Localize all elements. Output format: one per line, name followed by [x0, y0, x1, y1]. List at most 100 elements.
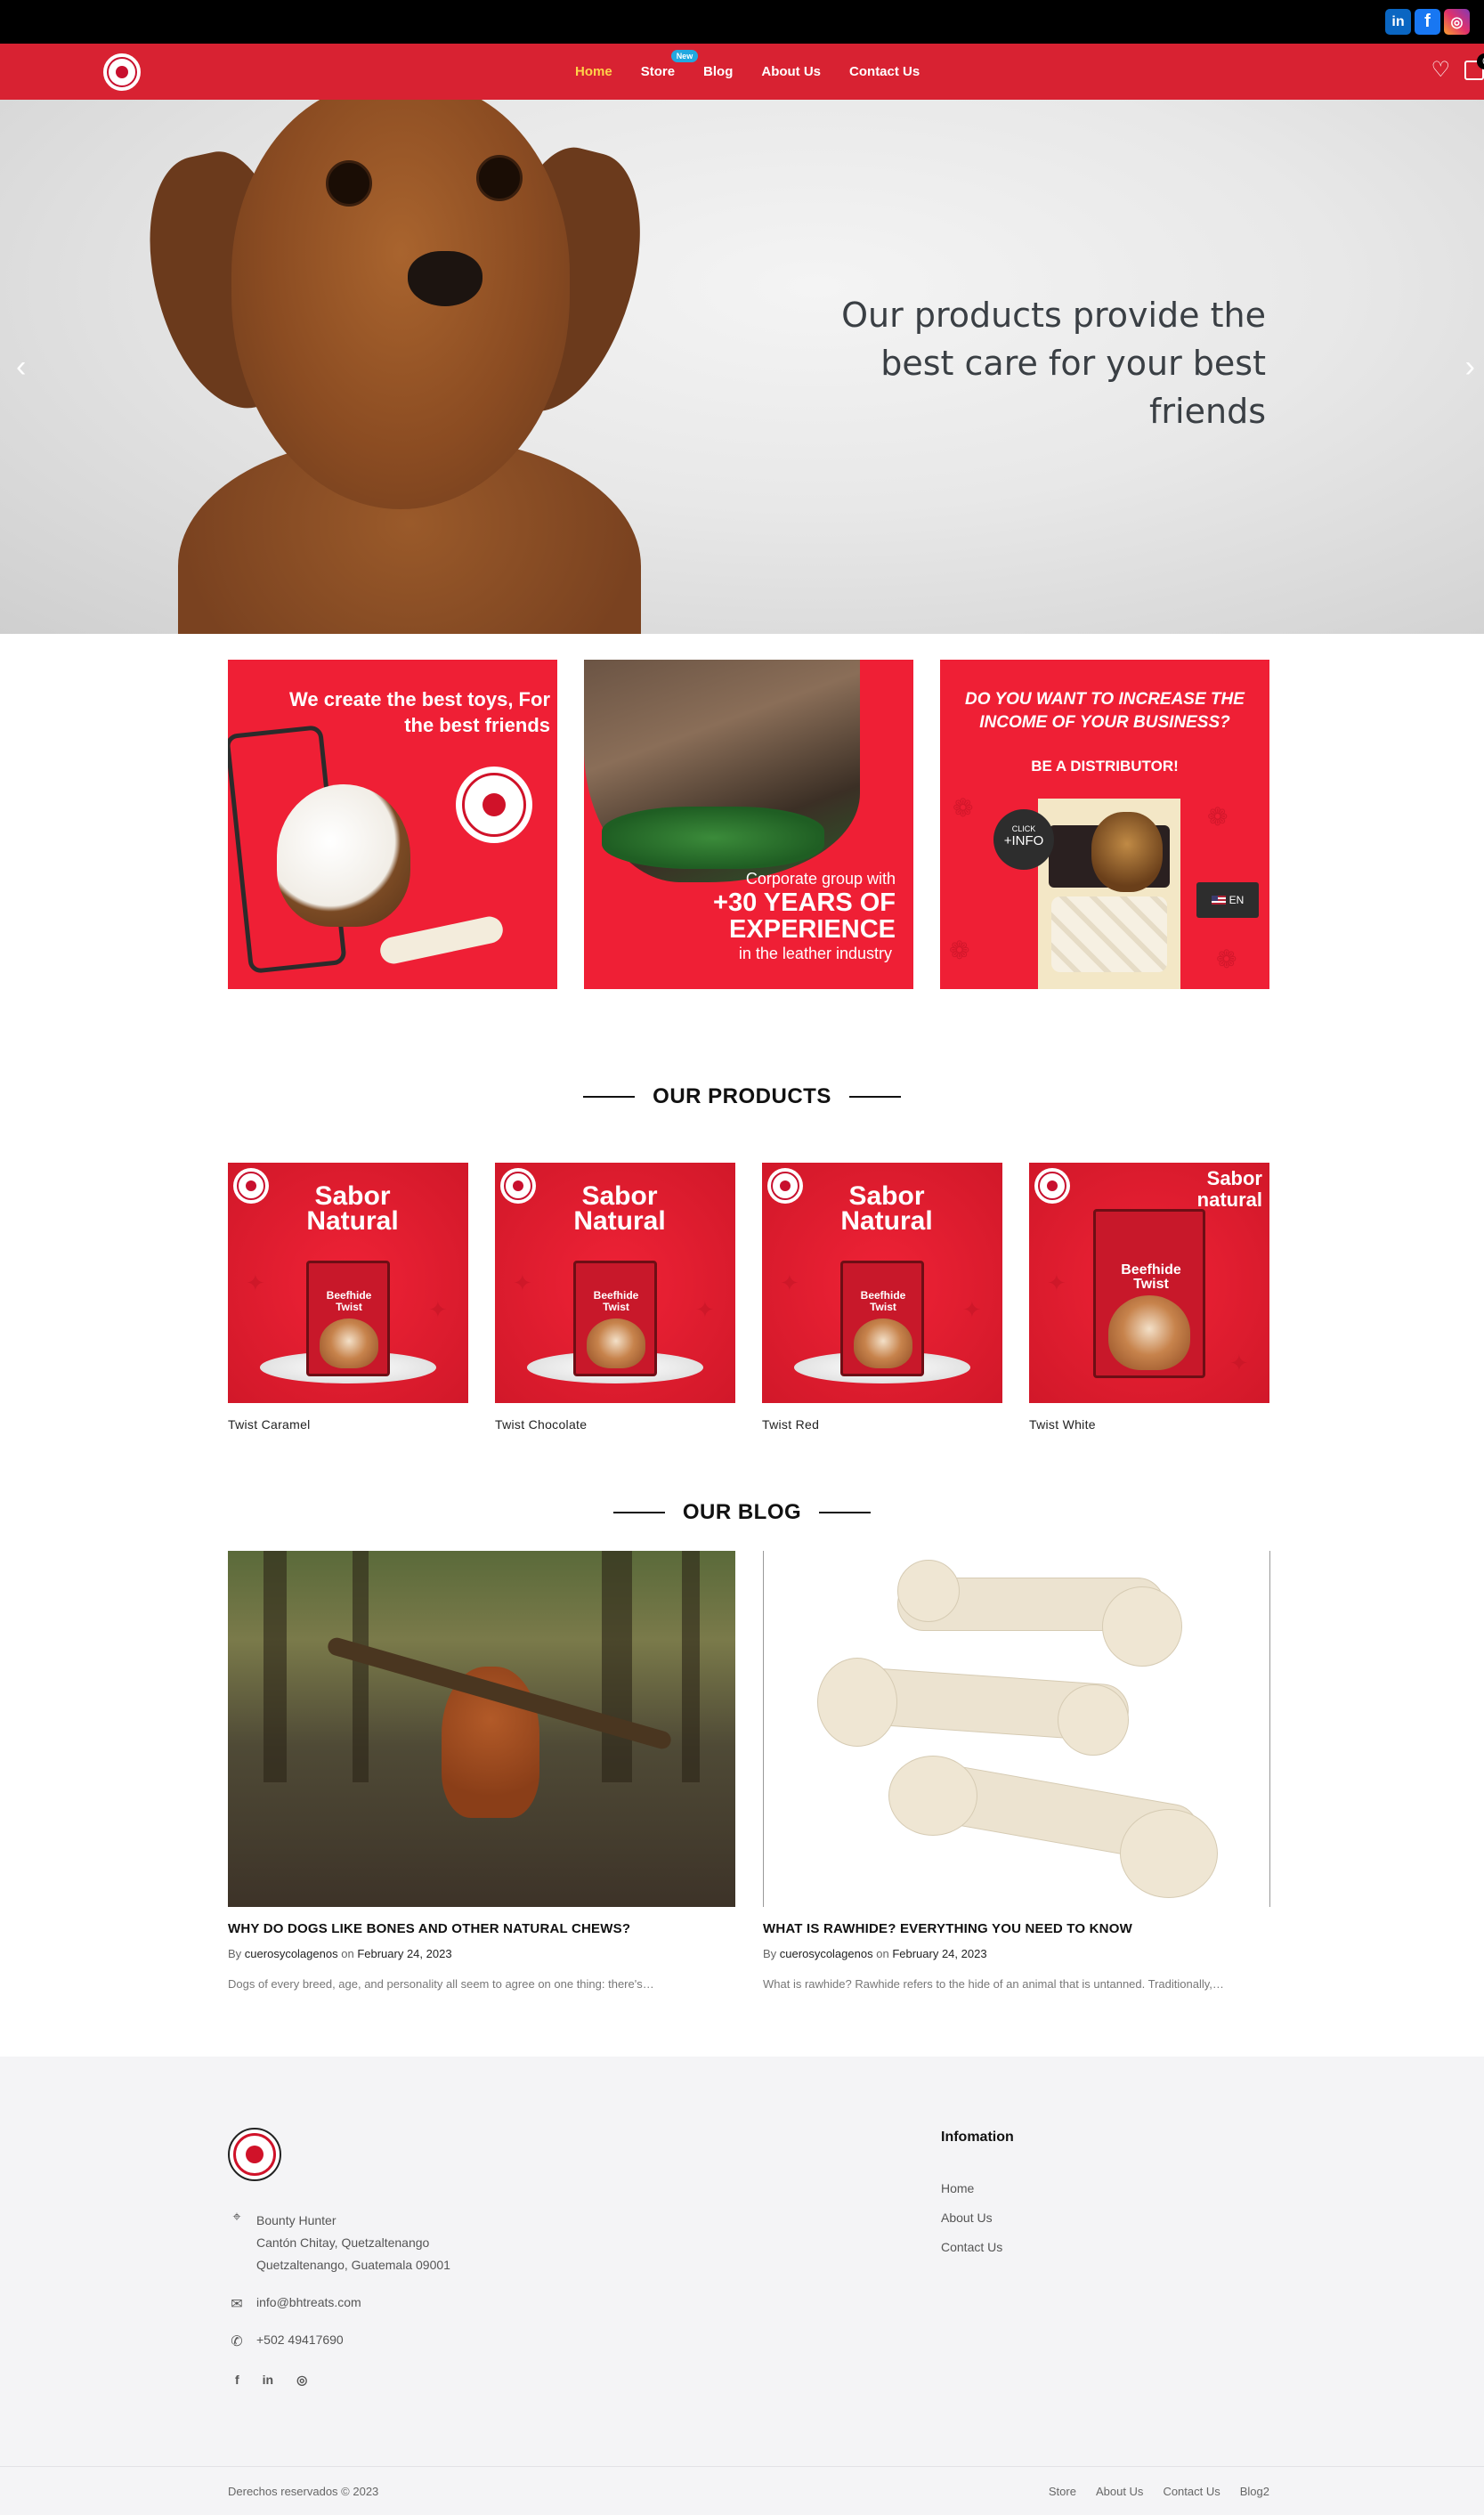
nav-item-contact-us[interactable]: Contact Us [849, 64, 920, 79]
phone-link[interactable]: +502 49417690 [256, 2332, 344, 2350]
product-card[interactable]: ✦ ✦ Sabor Natural Beefhide Twist Twist C… [495, 1163, 735, 1432]
by-label: By [228, 1947, 242, 1960]
footer-link-about-us[interactable]: About Us [941, 2211, 1002, 2225]
hero-headline: Our products provide the best care for y… [841, 296, 1266, 431]
promo-corporate-text: Corporate group with [745, 870, 896, 888]
seal-center [1047, 1180, 1058, 1191]
blog-post-title[interactable]: WHY DO DOGS LIKE BONES AND OTHER NATURAL… [228, 1921, 735, 1936]
product-image[interactable]: ✦ ✦ Sabor natural Beefhide Twist [1029, 1163, 1269, 1403]
site-footer: ⌖ Bounty Hunter Cantón Chitay, Quetzalte… [0, 2057, 1484, 2515]
bottom-link-contact-us[interactable]: Contact Us [1163, 2485, 1220, 2498]
more-info-button[interactable]: CLICK +INFO [993, 809, 1054, 870]
nav-item-store[interactable]: Store New [641, 50, 699, 79]
blog-post-excerpt: What is rawhide? Rawhide refers to the h… [763, 1977, 1224, 1991]
promo-banner-distributor[interactable]: ❁ ❁ ❁ ❁ DO YOU WANT TO INCREASE THE INCO… [940, 660, 1269, 989]
product-bag: Beefhide Twist [573, 1261, 657, 1376]
new-badge: New [670, 50, 699, 62]
product-image[interactable]: ✦ ✦ Sabor Natural Beefhide Twist [495, 1163, 735, 1403]
seal-ring [1038, 1172, 1066, 1200]
linkedin-icon[interactable]: in [263, 2373, 273, 2388]
instagram-icon[interactable]: ◎ [1444, 9, 1470, 35]
bone-icon: ✦ [962, 1296, 982, 1323]
bag-label: Beefhide Twist [326, 1289, 372, 1313]
site-logo[interactable] [103, 53, 141, 91]
product-image[interactable]: ✦ ✦ Sabor Natural Beefhide Twist [228, 1163, 468, 1403]
bounty-hunter-seal [456, 767, 532, 843]
promo-experience-text: +30 YEARS OF EXPERIENCE [713, 888, 896, 944]
bone-icon: ✦ [780, 1270, 799, 1296]
product-image[interactable]: ✦ ✦ Sabor Natural Beefhide Twist [762, 1163, 1002, 1403]
distributor-question: DO YOU WANT TO INCREASE THE INCOME OF YO… [965, 690, 1245, 732]
seal-center [780, 1180, 791, 1191]
product-card[interactable]: ✦ ✦ Sabor natural Beefhide Twist Twist W… [1029, 1163, 1269, 1432]
nav-item-home[interactable]: Home [575, 64, 612, 79]
product-name[interactable]: Twist Caramel [228, 1417, 468, 1432]
blog-post-image[interactable] [228, 1551, 735, 1907]
seal-center [513, 1180, 523, 1191]
heading-rule [848, 1096, 901, 1098]
logo-center [116, 66, 128, 78]
footer-email: ✉ info@bhtreats.com [228, 2295, 361, 2313]
heading-rule [612, 1512, 665, 1513]
linkedin-icon[interactable]: in [1385, 9, 1411, 35]
slider-prev-chevron-icon[interactable]: ‹ [16, 352, 26, 382]
main-navbar: Home Store New Blog About Us Contact Us … [0, 44, 1484, 100]
seal-center [246, 1180, 256, 1191]
logo-center [246, 2146, 264, 2163]
footer-social-links: f in ◎ [235, 2373, 307, 2388]
product-card[interactable]: ✦ ✦ Sabor Natural Beefhide Twist Twist C… [228, 1163, 468, 1432]
instagram-icon[interactable]: ◎ [296, 2373, 307, 2388]
blog-heading: OUR BLOG [0, 1500, 1484, 1525]
blog-post-image[interactable] [763, 1551, 1270, 1907]
promo-banner-experience[interactable]: Corporate group with +30 YEARS OF EXPERI… [584, 660, 913, 989]
facebook-icon[interactable]: f [1415, 9, 1440, 35]
tree-trunk [602, 1551, 632, 1782]
envelope-icon: ✉ [231, 2297, 243, 2312]
blog-post-author[interactable]: cuerosycolagenos [245, 1947, 338, 1960]
top-social-links: in f ◎ [1385, 9, 1470, 35]
product-banner-text: Sabor natural [1196, 1167, 1262, 1211]
address-line: Cantón Chitay, Quetzaltenango [256, 2235, 430, 2250]
product-card[interactable]: ✦ ✦ Sabor Natural Beefhide Twist Twist R… [762, 1163, 1002, 1432]
product-name[interactable]: Twist Chocolate [495, 1417, 735, 1432]
footer-logo[interactable] [228, 2128, 281, 2181]
product-banner-text: Sabor Natural [573, 1181, 666, 1236]
slider-next-chevron-icon[interactable]: › [1465, 352, 1475, 382]
nav-item-blog[interactable]: Blog [703, 64, 733, 79]
blog-post-date[interactable]: February 24, 2023 [357, 1947, 451, 1960]
language-switcher[interactable]: EN [1196, 882, 1259, 918]
rawhide-knot [1102, 1586, 1182, 1667]
rawhide-knot [888, 1756, 977, 1836]
bottom-link-store[interactable]: Store [1049, 2485, 1076, 2498]
footer-link-contact-us[interactable]: Contact Us [941, 2240, 1002, 2254]
hero-dog-nose [408, 251, 483, 306]
hero-dog-right-eye [476, 155, 523, 201]
bottom-link-blog2[interactable]: Blog2 [1240, 2485, 1269, 2498]
bottom-link-about-us[interactable]: About Us [1096, 2485, 1143, 2498]
blog-post-author[interactable]: cuerosycolagenos [780, 1947, 873, 1960]
address-line: Bounty Hunter [256, 2213, 337, 2227]
bag-label: Beefhide Twist [1121, 1262, 1181, 1292]
footer-link-home[interactable]: Home [941, 2181, 1002, 2195]
logo-ring [233, 2133, 276, 2176]
hero-slider: Our products provide the best care for y… [0, 100, 1484, 634]
bone-illustration [377, 913, 506, 967]
product-name[interactable]: Twist Red [762, 1417, 1002, 1432]
products-heading: OUR PRODUCTS [0, 1084, 1484, 1109]
promo-banner-toys[interactable]: We create the best toys, For the best fr… [228, 660, 557, 989]
nav-item-about-us[interactable]: About Us [761, 64, 821, 79]
footer-address: ⌖ Bounty Hunter Cantón Chitay, Quetzalte… [228, 2210, 450, 2276]
facebook-icon[interactable]: f [235, 2373, 239, 2388]
footer-bottom-links: Store About Us Contact Us Blog2 [1049, 2485, 1269, 2498]
products-title: OUR PRODUCTS [653, 1084, 831, 1108]
wishlist-heart-icon[interactable]: ♡ [1431, 60, 1450, 81]
email-link[interactable]: info@bhtreats.com [256, 2295, 361, 2313]
cart-icon[interactable]: 0 [1464, 53, 1484, 80]
location-pin-icon: ⌖ [232, 2210, 241, 2225]
brand-seal [767, 1168, 803, 1204]
blog-post-title[interactable]: WHAT IS RAWHIDE? EVERYTHING YOU NEED TO … [763, 1921, 1270, 1936]
product-name[interactable]: Twist White [1029, 1417, 1269, 1432]
blog-post-date[interactable]: February 24, 2023 [892, 1947, 986, 1960]
click-label: CLICK [1011, 824, 1036, 833]
hero-dog-head [231, 100, 570, 509]
